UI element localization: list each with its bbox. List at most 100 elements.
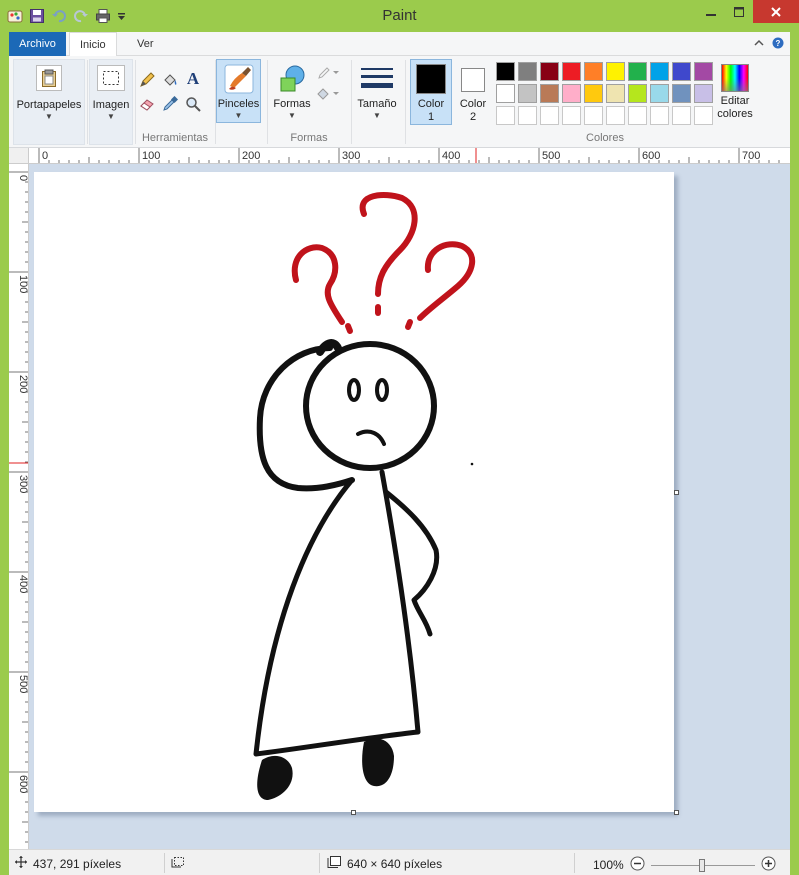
drawing-canvas[interactable] <box>34 172 674 812</box>
ruler-label: 600 <box>17 775 29 793</box>
size-label: Tamaño <box>357 98 397 110</box>
image-size-icon <box>327 856 341 871</box>
tab-inicio[interactable]: Inicio <box>69 32 117 57</box>
brushes-button[interactable]: Pinceles ▼ <box>216 59 261 123</box>
custom-color-slot[interactable] <box>650 106 669 125</box>
custom-color-slot[interactable] <box>584 106 603 125</box>
zoom-out-icon[interactable] <box>630 856 645 874</box>
image-button[interactable]: Imagen ▼ <box>89 59 133 145</box>
window-controls <box>697 0 799 23</box>
color2-button[interactable]: Color 2 <box>455 59 491 125</box>
canvas-workspace <box>29 164 790 849</box>
separator <box>405 60 406 144</box>
tab-archivo[interactable]: Archivo <box>9 32 66 56</box>
palette-color-swatch[interactable] <box>694 84 713 103</box>
zoom-in-icon[interactable] <box>761 856 776 874</box>
palette-color-swatch[interactable] <box>628 62 647 81</box>
ribbon-tabs: Archivo Inicio Ver ? <box>9 32 790 57</box>
palette-color-swatch[interactable] <box>562 84 581 103</box>
color-spectrum-icon <box>721 64 749 92</box>
close-icon[interactable] <box>753 0 799 23</box>
palette-color-swatch[interactable] <box>628 84 647 103</box>
selection-size <box>171 856 185 871</box>
custom-color-slot[interactable] <box>496 106 515 125</box>
palette-color-swatch[interactable] <box>606 84 625 103</box>
image-size: 640 × 640 píxeles <box>327 856 442 871</box>
ruler-label: 500 <box>17 675 29 693</box>
fill-bucket-icon[interactable] <box>160 70 180 90</box>
palette-color-swatch[interactable] <box>540 62 559 81</box>
shapes-button[interactable]: Formas ▼ <box>271 59 313 123</box>
brushes-label: Pinceles <box>217 98 260 110</box>
custom-color-slot[interactable] <box>672 106 691 125</box>
palette-color-swatch[interactable] <box>650 84 669 103</box>
color1-button[interactable]: Color 1 <box>410 59 452 125</box>
stick-figure <box>253 339 440 757</box>
help-icon[interactable]: ? <box>772 37 784 52</box>
palette-color-swatch[interactable] <box>606 62 625 81</box>
zoom-control: 100% <box>593 856 776 874</box>
zoom-slider[interactable] <box>650 858 755 873</box>
ruler-label: 600 <box>642 150 660 162</box>
resize-handle-right[interactable] <box>674 490 679 495</box>
magnifier-icon[interactable] <box>183 94 203 114</box>
ruler-label: 200 <box>17 375 29 393</box>
clipboard-icon <box>36 65 62 91</box>
separator <box>574 853 575 873</box>
palette-color-swatch[interactable] <box>496 84 515 103</box>
svg-text:?: ? <box>776 39 781 48</box>
pencil-icon[interactable] <box>137 70 157 90</box>
minimize-icon[interactable] <box>697 0 725 23</box>
palette-color-swatch[interactable] <box>584 62 603 81</box>
palette-color-swatch[interactable] <box>518 84 537 103</box>
fill-icon[interactable] <box>315 84 341 104</box>
palette-color-swatch[interactable] <box>518 62 537 81</box>
ruler-label: 200 <box>242 150 260 162</box>
palette-color-swatch[interactable] <box>672 84 691 103</box>
ribbon-controls: ? <box>754 37 784 52</box>
custom-color-slot[interactable] <box>562 106 581 125</box>
horizontal-ruler: 0 100 200 300 400 500 600 700 <box>29 148 790 164</box>
clipboard-dropdown-icon: ▼ <box>45 112 53 121</box>
color2-number: 2 <box>469 111 477 123</box>
palette-color-swatch[interactable] <box>694 62 713 81</box>
ruler-label: 100 <box>142 150 160 162</box>
image-label: Imagen <box>92 99 130 111</box>
stick-figure-drawing <box>253 192 475 800</box>
separator <box>319 853 320 873</box>
minimize-ribbon-icon[interactable] <box>754 37 764 52</box>
clipboard-label: Portapapeles <box>16 99 82 111</box>
text-tool-icon[interactable]: A <box>183 69 203 89</box>
size-button[interactable]: Tamaño ▼ <box>353 59 401 123</box>
zoom-slider-thumb[interactable] <box>698 858 705 872</box>
resize-handle-bottom[interactable] <box>351 810 356 815</box>
outline-icon[interactable] <box>315 63 341 83</box>
custom-color-slot[interactable] <box>540 106 559 125</box>
palette-color-swatch[interactable] <box>562 62 581 81</box>
custom-color-slot[interactable] <box>628 106 647 125</box>
custom-color-slot[interactable] <box>606 106 625 125</box>
ruler-label: 300 <box>17 475 29 493</box>
window-title: Paint <box>382 7 417 24</box>
color-picker-icon[interactable] <box>160 94 180 114</box>
vertical-ruler: 0 100 200 300 400 500 600 <box>9 164 29 849</box>
palette-color-swatch[interactable] <box>540 84 559 103</box>
image-dropdown-icon: ▼ <box>107 112 115 121</box>
clipboard-button[interactable]: Portapapeles ▼ <box>13 59 85 145</box>
eraser-icon[interactable] <box>137 94 157 114</box>
maximize-icon[interactable] <box>725 0 753 23</box>
ribbon: Portapapeles ▼ Imagen ▼ A Herramientas P… <box>9 56 790 148</box>
status-bar: 437, 291 píxeles 640 × 640 píxeles 100% <box>9 849 790 875</box>
tab-ver[interactable]: Ver <box>127 32 164 56</box>
palette-color-swatch[interactable] <box>650 62 669 81</box>
custom-color-slot[interactable] <box>518 106 537 125</box>
palette-color-swatch[interactable] <box>496 62 515 81</box>
palette-color-swatch[interactable] <box>584 84 603 103</box>
zoom-level: 100% <box>593 858 624 872</box>
custom-color-slot[interactable] <box>694 106 713 125</box>
edit-colors-label-1: Editar <box>720 95 750 107</box>
color1-number: 1 <box>427 111 435 123</box>
edit-colors-button[interactable]: Editar colores <box>715 59 755 129</box>
resize-handle-corner[interactable] <box>674 810 679 815</box>
palette-color-swatch[interactable] <box>672 62 691 81</box>
